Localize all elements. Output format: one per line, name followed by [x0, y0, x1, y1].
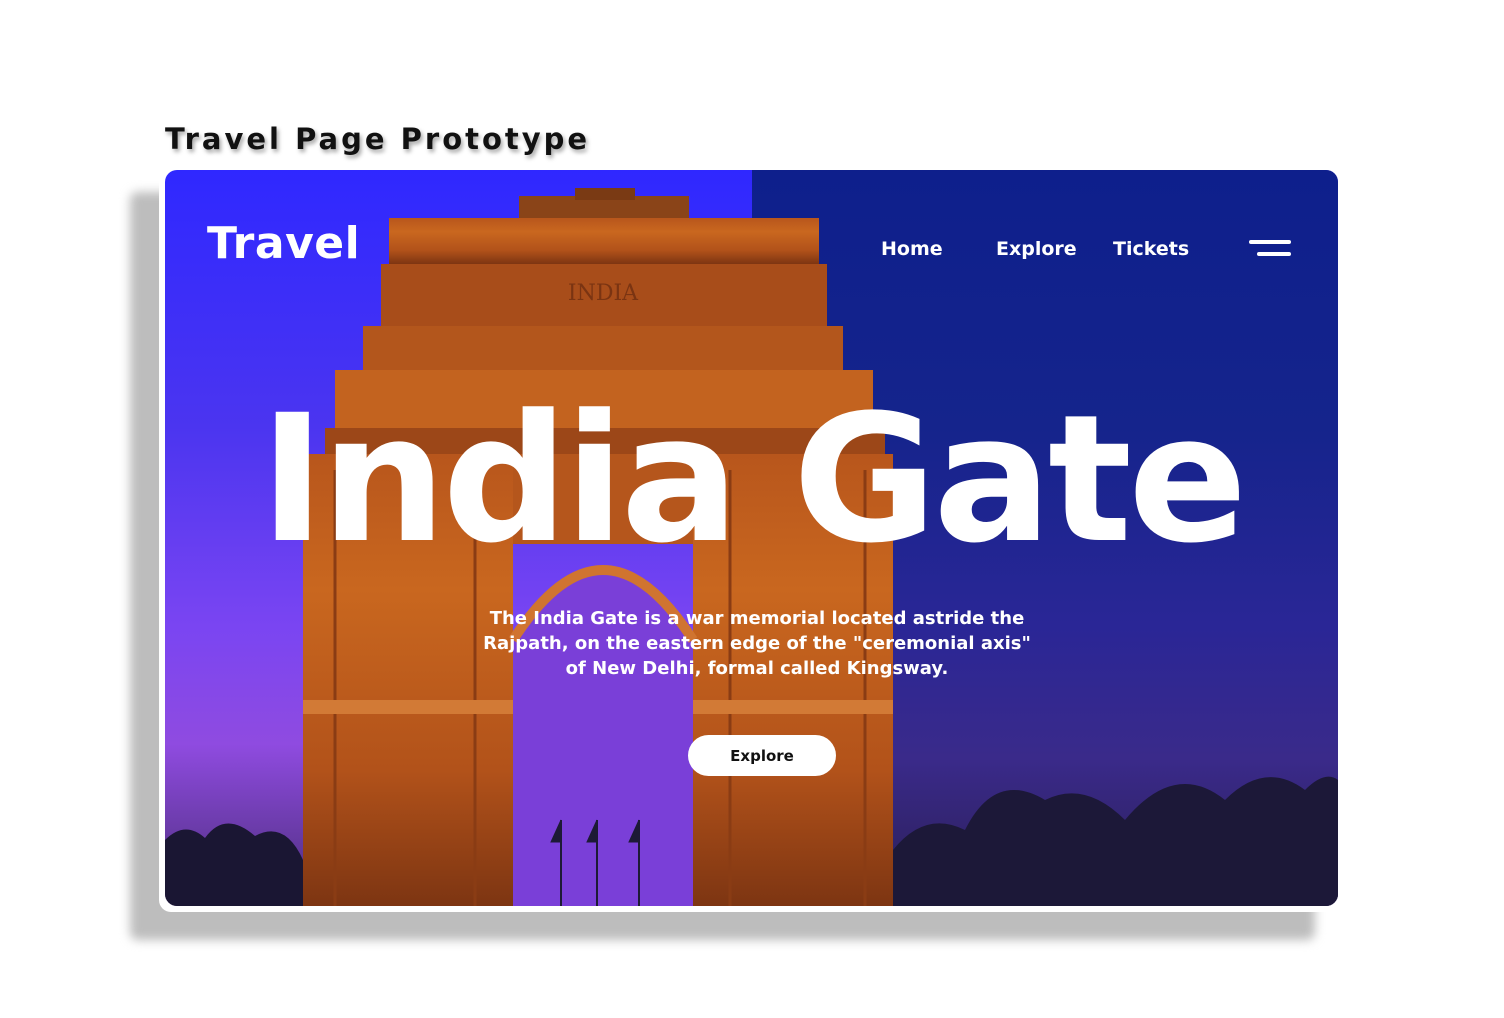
- nav-link-home[interactable]: Home: [881, 238, 943, 260]
- prototype-caption: Travel Page Prototype: [165, 122, 591, 156]
- site-logo[interactable]: Travel: [207, 218, 360, 269]
- hamburger-menu-icon[interactable]: [1247, 238, 1291, 260]
- explore-button[interactable]: Explore: [688, 735, 836, 776]
- nav-link-explore[interactable]: Explore: [996, 238, 1077, 260]
- nav-link-tickets[interactable]: Tickets: [1113, 238, 1189, 260]
- hero-title: India Gate: [259, 377, 1248, 582]
- hero-description: The India Gate is a war memorial located…: [483, 608, 1031, 679]
- menu-line-top: [1249, 240, 1291, 244]
- menu-line-bottom: [1257, 252, 1291, 256]
- hero-section: INDIA Travel Home Explore Tickets India …: [165, 170, 1338, 906]
